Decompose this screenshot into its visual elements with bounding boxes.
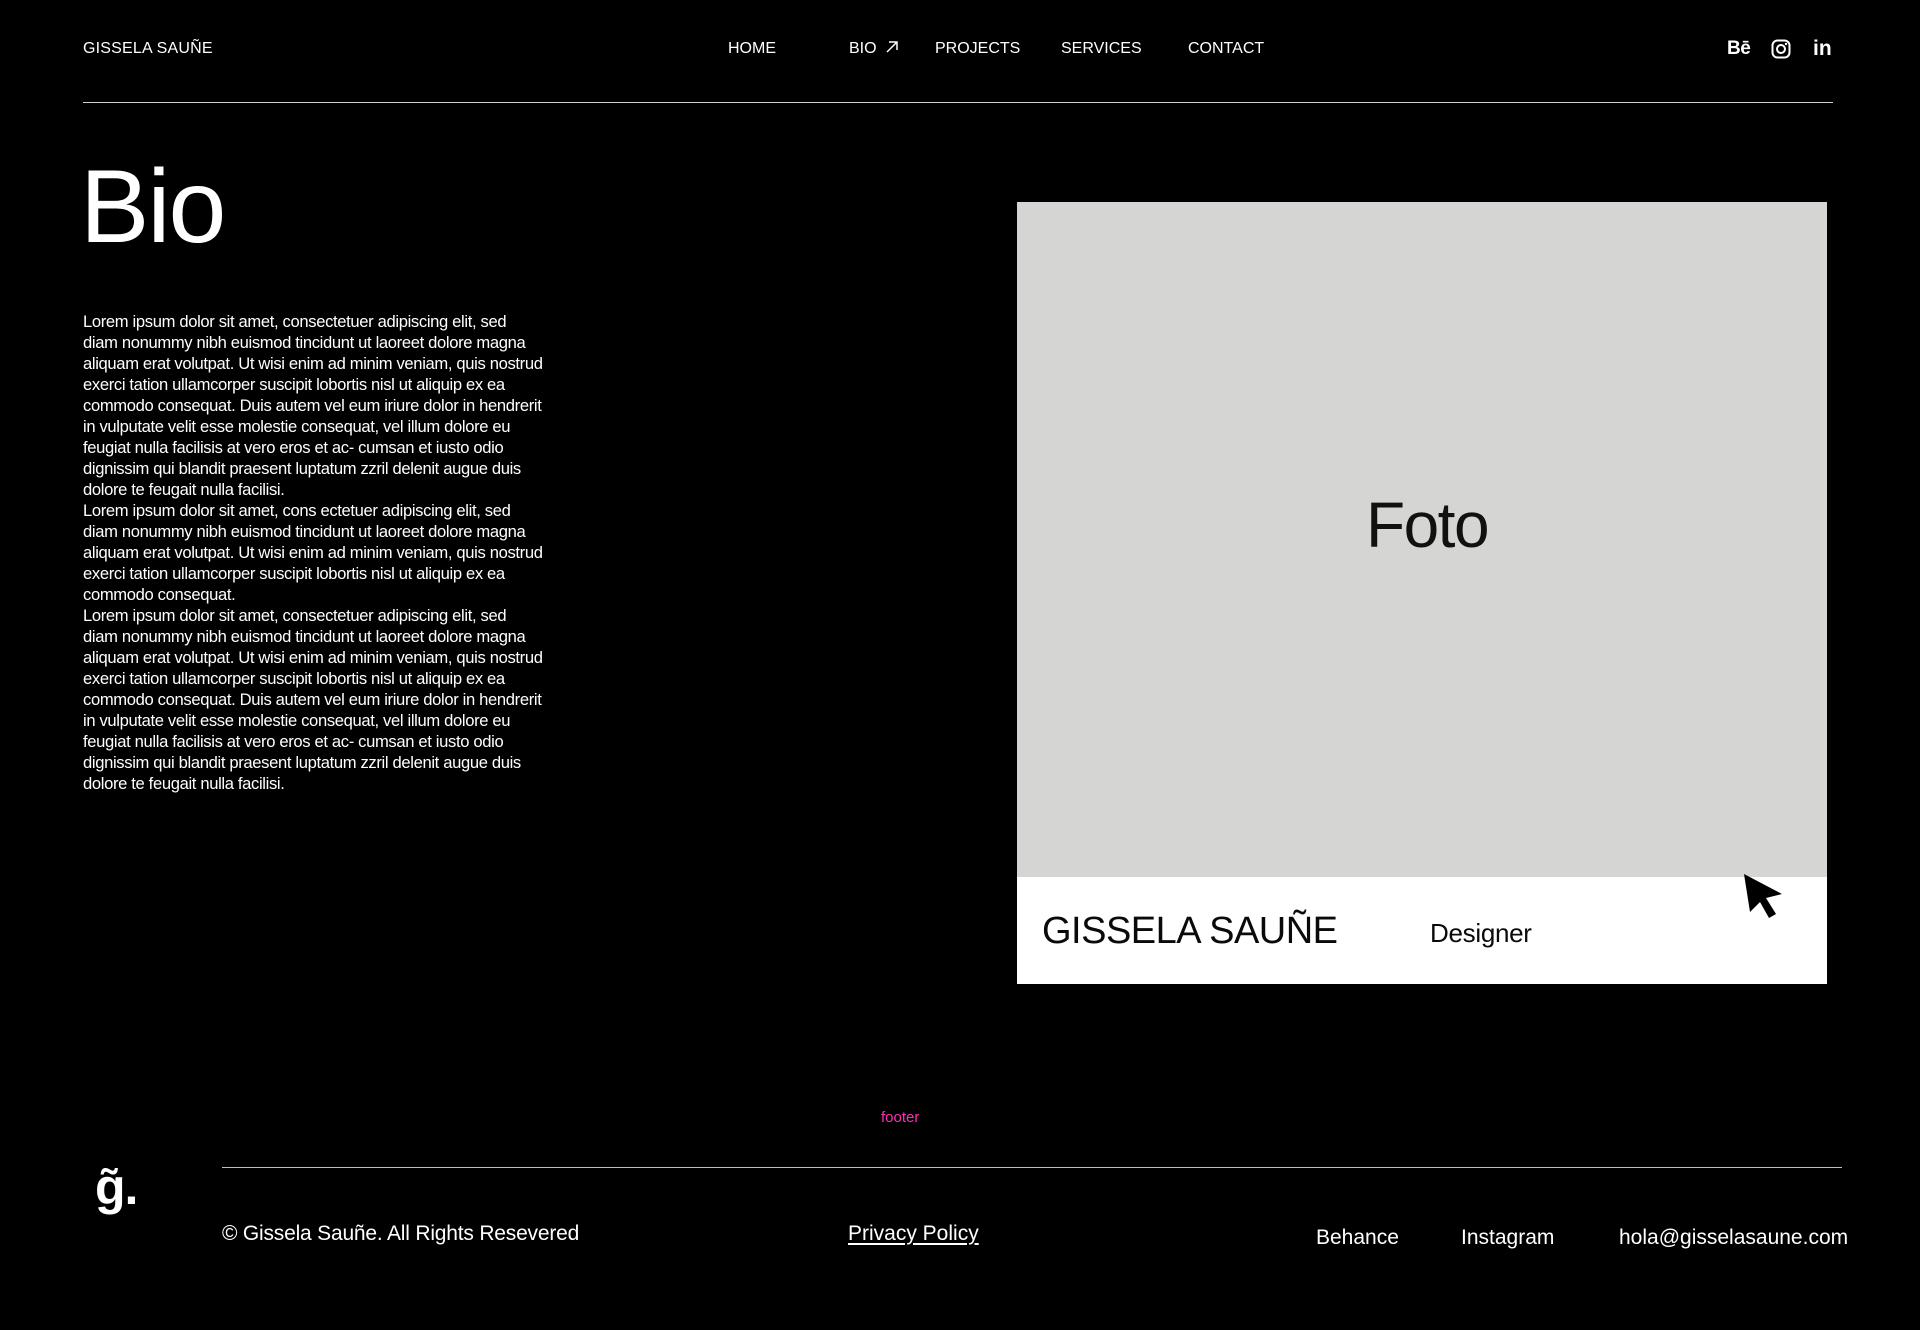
profile-card[interactable]: Foto GISSELA SAUÑE Designer — [1017, 202, 1827, 984]
footer-behance-link[interactable]: Behance — [1316, 1226, 1399, 1250]
copyright-text: © Gissela Sauñe. All Rights Resevered — [222, 1222, 580, 1245]
footer-tag: footer — [881, 1109, 920, 1126]
nav-contact[interactable]: CONTACT — [1188, 40, 1264, 58]
bio-paragraph: Lorem ipsum dolor sit amet, consectetuer… — [83, 606, 543, 793]
card-role: Designer — [1430, 918, 1532, 948]
footer-email-link[interactable]: hola@gisselasaune.com — [1619, 1226, 1848, 1250]
behance-icon[interactable]: Bē — [1727, 38, 1751, 60]
header-divider — [83, 102, 1833, 103]
nav-bio[interactable]: BIO — [849, 40, 899, 58]
photo-label: Foto — [1365, 489, 1490, 561]
privacy-policy-link[interactable]: Privacy Policy — [848, 1222, 979, 1246]
footer-logo[interactable]: g̃. — [95, 1162, 138, 1212]
cursor-arrow-icon — [1744, 874, 1782, 918]
linkedin-icon[interactable]: in — [1813, 38, 1835, 60]
bio-paragraph: Lorem ipsum dolor sit amet, consectetuer… — [83, 312, 543, 499]
nav-home[interactable]: HOME — [728, 40, 776, 58]
footer-divider — [222, 1167, 1842, 1168]
brand-name[interactable]: GISSELA SAUÑE — [83, 40, 213, 58]
instagram-icon[interactable] — [1770, 38, 1792, 60]
card-name: GISSELA SAUÑE — [1042, 910, 1338, 952]
page-title: Bio — [80, 149, 226, 265]
nav-services[interactable]: SERVICES — [1061, 40, 1142, 58]
photo-placeholder: Foto — [1017, 202, 1827, 877]
arrow-up-right-icon — [886, 41, 898, 53]
bio-text: Lorem ipsum dolor sit amet, consectetuer… — [83, 311, 545, 794]
nav-projects[interactable]: PROJECTS — [935, 40, 1020, 58]
bio-paragraph: Lorem ipsum dolor sit amet, cons ectetue… — [83, 501, 543, 604]
nav-bio-label: BIO — [849, 40, 877, 57]
footer-instagram-link[interactable]: Instagram — [1461, 1226, 1554, 1250]
